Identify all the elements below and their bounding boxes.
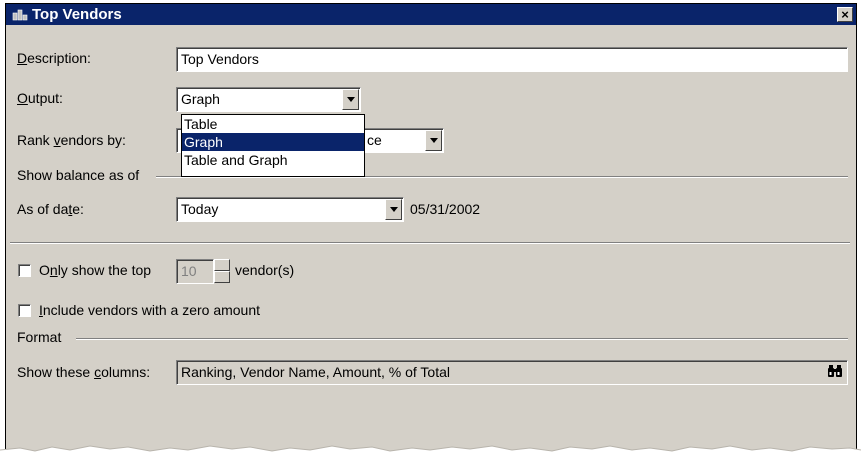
as-of-date-select[interactable]: Today	[176, 197, 404, 222]
format-section-title: Format	[17, 329, 62, 345]
description-field[interactable]: Top Vendors	[176, 47, 848, 72]
close-icon: ×	[841, 7, 849, 22]
as-of-date-label: As of date:	[17, 201, 84, 217]
spin-down-button[interactable]	[214, 271, 230, 283]
columns-value: Ranking, Vendor Name, Amount, % of Total	[181, 364, 451, 380]
as-of-date-value: Today	[181, 201, 219, 217]
rank-label: Rank vendors by:	[17, 132, 126, 148]
as-of-date-display: 05/31/2002	[410, 201, 481, 217]
output-select-value: Graph	[181, 91, 220, 107]
format-divider	[76, 338, 848, 340]
balance-section-title: Show balance as of	[17, 167, 140, 183]
spin-up-button[interactable]	[214, 259, 230, 271]
chevron-down-icon	[430, 138, 438, 143]
close-button[interactable]: ×	[837, 7, 853, 22]
include-zero-label: Include vendors with a zero amount	[39, 302, 261, 318]
report-icon	[12, 9, 28, 21]
title-bar: Top Vendors ×	[6, 4, 856, 25]
output-dropdown-button[interactable]	[342, 89, 359, 110]
description-label: Description:	[17, 50, 91, 66]
output-dropdown-list: Table Graph Table and Graph	[181, 114, 365, 177]
vendors-suffix: vendor(s)	[235, 262, 295, 278]
output-label: Output:	[17, 90, 63, 106]
columns-field[interactable]: Ranking, Vendor Name, Amount, % of Total	[176, 360, 848, 385]
binoculars-icon[interactable]	[827, 364, 843, 378]
window-title: Top Vendors	[32, 6, 122, 23]
as-of-dropdown-button[interactable]	[385, 199, 402, 220]
columns-label: Show these columns:	[17, 364, 151, 380]
torn-edge-decoration	[0, 445, 861, 470]
top-count-spinner[interactable]	[214, 259, 230, 283]
dropdown-option-graph[interactable]: Graph	[182, 133, 364, 151]
include-zero-checkbox[interactable]	[18, 304, 31, 317]
only-top-checkbox[interactable]	[18, 264, 31, 277]
top-vendors-window: Top Vendors × Description: Top Vendors O…	[5, 3, 857, 465]
rank-select-value: ce	[367, 132, 382, 148]
output-select[interactable]: Graph	[176, 87, 361, 112]
chevron-down-icon	[347, 97, 355, 102]
rank-dropdown-button[interactable]	[425, 130, 442, 151]
chevron-down-icon	[390, 207, 398, 212]
section-divider	[10, 242, 850, 244]
only-top-label: Only show the top	[39, 262, 152, 278]
dropdown-option-table-and-graph[interactable]: Table and Graph	[182, 151, 364, 169]
dropdown-option-table[interactable]: Table	[182, 115, 364, 133]
top-count-input[interactable]: 10	[176, 259, 214, 284]
